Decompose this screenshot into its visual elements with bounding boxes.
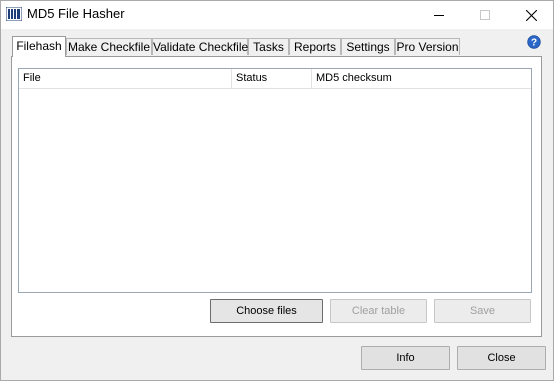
app-icon — [6, 7, 22, 21]
tab-validate-checkfile[interactable]: Validate Checkfile — [152, 38, 248, 55]
table-header: File Status MD5 checksum — [19, 69, 531, 89]
clear-table-button[interactable]: Clear table — [330, 299, 427, 323]
minimize-button[interactable] — [416, 1, 462, 29]
tab-make-checkfile[interactable]: Make Checkfile — [66, 38, 152, 55]
tab-settings[interactable]: Settings — [341, 38, 395, 55]
tab-pro-version[interactable]: Pro Version — [395, 38, 460, 55]
svg-text:?: ? — [531, 38, 537, 49]
maximize-button[interactable] — [462, 1, 508, 29]
filehash-panel: File Status MD5 checksum Choose files Cl… — [11, 56, 542, 337]
save-button[interactable]: Save — [434, 299, 531, 323]
button-label: Choose files — [236, 305, 297, 317]
column-header-status[interactable]: Status — [232, 69, 312, 88]
button-label: Info — [396, 352, 415, 364]
tab-reports[interactable]: Reports — [289, 38, 341, 55]
tab-tasks[interactable]: Tasks — [248, 38, 289, 55]
tab-label: Make Checkfile — [67, 40, 151, 54]
close-icon — [525, 9, 537, 21]
button-label: Clear table — [351, 305, 406, 317]
tab-label: Validate Checkfile — [153, 40, 249, 54]
tab-filehash[interactable]: Filehash — [12, 36, 66, 57]
minimize-icon — [434, 15, 444, 16]
file-list-table[interactable]: File Status MD5 checksum — [18, 68, 532, 293]
maximize-icon — [480, 10, 490, 20]
tab-label: Pro Version — [396, 40, 459, 54]
column-header-md5[interactable]: MD5 checksum — [312, 69, 530, 88]
choose-files-button[interactable]: Choose files — [210, 299, 323, 323]
button-label: Close — [487, 352, 516, 364]
close-window-button[interactable] — [508, 1, 554, 29]
main-window: MD5 File Hasher Filehash Make Checkfile — [0, 0, 554, 381]
tab-label: Filehash — [16, 39, 62, 53]
tab-label: Reports — [293, 40, 337, 54]
tab-label: Tasks — [253, 40, 284, 54]
button-label: Save — [469, 305, 496, 317]
tab-label: Settings — [346, 40, 390, 54]
column-label: File — [23, 72, 41, 84]
help-icon[interactable]: ? — [527, 35, 541, 49]
tab-strip: Filehash Make Checkfile Validate Checkfi… — [12, 36, 462, 57]
column-label: Status — [236, 72, 268, 84]
column-header-file[interactable]: File — [19, 69, 232, 88]
column-label: MD5 checksum — [316, 72, 392, 84]
info-button[interactable]: Info — [361, 346, 450, 370]
title-bar[interactable]: MD5 File Hasher — [1, 1, 553, 29]
window-title: MD5 File Hasher — [27, 6, 125, 21]
close-button[interactable]: Close — [457, 346, 546, 370]
